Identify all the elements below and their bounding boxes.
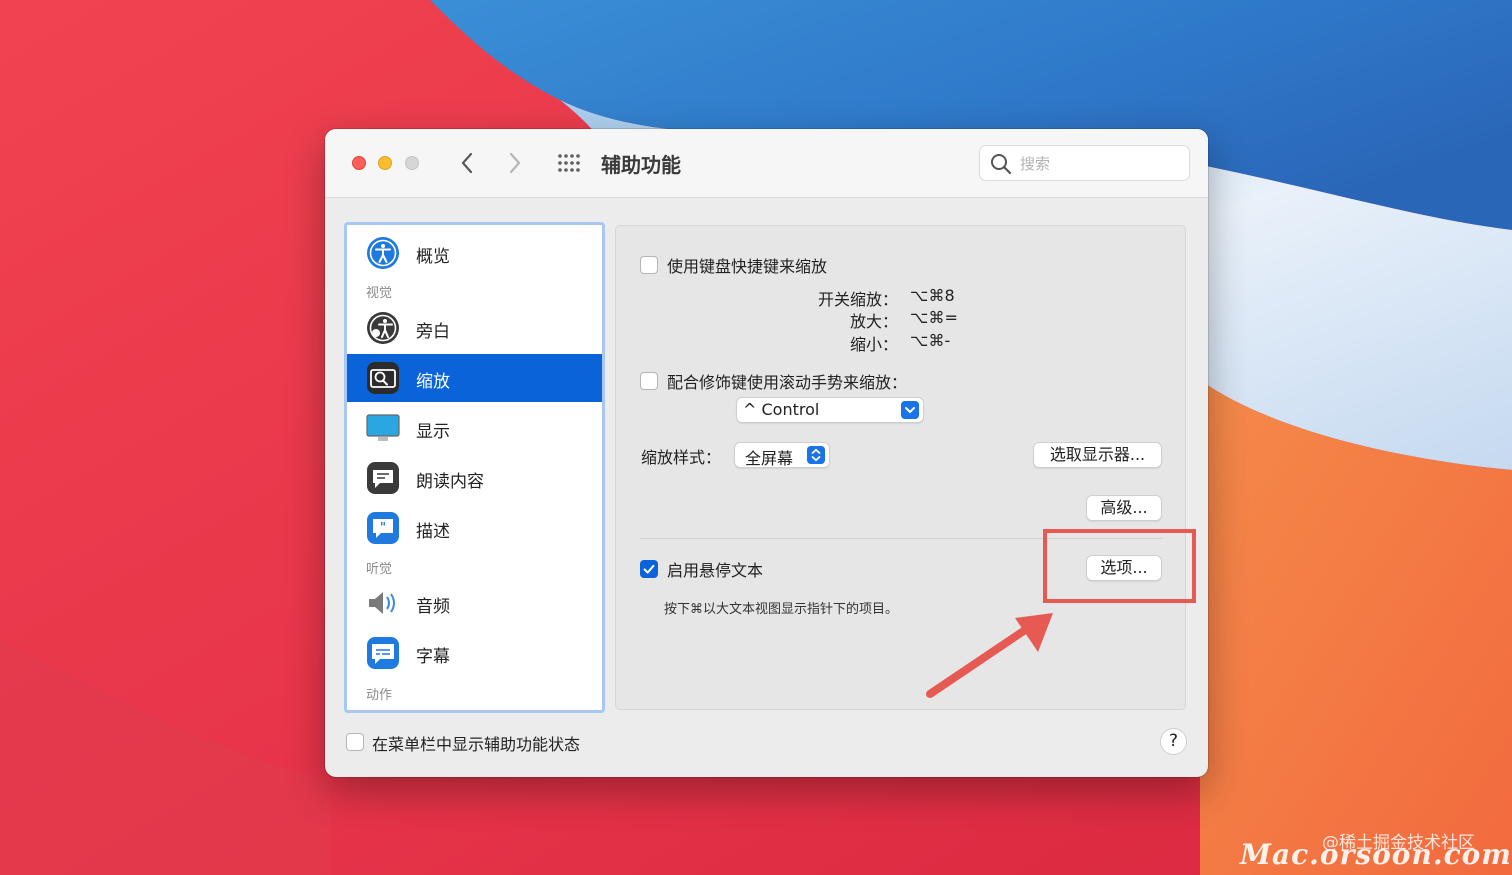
modifier-key-popup[interactable]: ^ Control	[736, 397, 924, 423]
scroll-gesture-checkbox[interactable]	[640, 372, 658, 390]
sidebar: 概览 视觉 旁白 缩放 显示 朗读内容 " 描述 听觉 音频 字幕 动作	[344, 222, 605, 713]
zoom-settings-panel: 使用键盘快捷键来缩放 开关缩放： ⌥⌘8 放大： ⌥⌘= 缩小： ⌥⌘- 配合修…	[615, 225, 1186, 710]
accessibility-overview-icon	[367, 237, 399, 269]
svg-text:": "	[380, 520, 386, 534]
category-hearing: 听觉	[366, 562, 393, 577]
close-window-button[interactable]	[352, 156, 366, 170]
sidebar-item-label: 概览	[416, 247, 450, 267]
sidebar-item-overview[interactable]: 概览	[347, 229, 602, 277]
shortcut-label: 开关缩放：	[817, 290, 898, 309]
titlebar: 辅助功能	[325, 129, 1208, 198]
zoom-icon	[367, 362, 399, 394]
show-in-menubar-checkbox[interactable]	[346, 733, 364, 751]
category-motor: 动作	[366, 688, 393, 703]
forward-chevron-icon[interactable]	[503, 149, 527, 177]
choose-display-button[interactable]: 选取显示器...	[1033, 442, 1162, 468]
scroll-gesture-label: 配合修饰键使用滚动手势来缩放：	[667, 373, 908, 392]
descriptions-icon: "	[367, 512, 399, 544]
annotation-highlight-box	[1043, 529, 1196, 603]
watermark-big: Mac.orsoon.com	[1240, 838, 1512, 871]
sidebar-item-voiceover[interactable]: 旁白	[347, 304, 602, 352]
hover-text-checkbox[interactable]	[640, 560, 658, 578]
show-all-grid-icon[interactable]	[557, 153, 581, 173]
sidebar-item-label: 缩放	[416, 372, 450, 392]
hover-text-label: 启用悬停文本	[667, 561, 764, 580]
zoom-window-button[interactable]	[405, 156, 419, 170]
hover-text-hint: 按下⌘以大文本视图显示指针下的项目。	[664, 602, 899, 617]
category-vision: 视觉	[366, 286, 393, 301]
chevron-down-icon	[901, 401, 919, 419]
keyboard-shortcuts-label: 使用键盘快捷键来缩放	[667, 257, 828, 276]
keyboard-shortcuts-checkbox[interactable]	[640, 256, 658, 274]
modifier-key-value: ^ Control	[743, 400, 820, 419]
help-button[interactable]: ?	[1160, 728, 1187, 755]
zoom-style-popup[interactable]: 全屏幕	[734, 442, 830, 468]
minimize-window-button[interactable]	[378, 156, 392, 170]
sidebar-item-label: 描述	[416, 522, 450, 542]
accessibility-window: 辅助功能 概览 视觉	[325, 129, 1208, 777]
voiceover-icon	[367, 312, 399, 344]
back-chevron-icon[interactable]	[455, 149, 479, 177]
sidebar-item-spoken-content[interactable]: 朗读内容	[347, 454, 602, 502]
shortcut-keys: ⌥⌘-	[910, 331, 951, 350]
search-field[interactable]	[979, 145, 1190, 181]
spoken-content-icon	[367, 462, 399, 494]
sidebar-item-audio[interactable]: 音频	[347, 579, 602, 627]
sidebar-item-label: 音频	[416, 597, 450, 617]
sidebar-item-label: 旁白	[416, 322, 450, 342]
search-input[interactable]	[1018, 153, 1182, 175]
captions-icon	[367, 637, 399, 669]
zoom-style-label: 缩放样式：	[641, 448, 722, 467]
search-icon	[991, 154, 1012, 175]
sidebar-item-zoom[interactable]: 缩放	[347, 354, 602, 402]
sidebar-item-captions[interactable]: 字幕	[347, 629, 602, 677]
shortcut-label: 缩小：	[849, 335, 898, 354]
advanced-button[interactable]: 高级...	[1086, 495, 1162, 521]
sidebar-item-display[interactable]: 显示	[347, 404, 602, 452]
window-title: 辅助功能	[601, 153, 681, 177]
sidebar-item-label: 显示	[416, 422, 450, 442]
sidebar-item-descriptions[interactable]: " 描述	[347, 504, 602, 552]
annotation-arrow-icon	[926, 613, 1053, 698]
up-down-chevron-icon	[807, 446, 825, 464]
shortcut-label: 放大：	[849, 312, 898, 331]
shortcut-keys: ⌥⌘8	[910, 286, 955, 305]
display-icon	[366, 414, 400, 441]
show-in-menubar-label: 在菜单栏中显示辅助功能状态	[372, 735, 581, 754]
sidebar-item-label: 字幕	[416, 647, 450, 667]
shortcut-keys: ⌥⌘=	[910, 308, 958, 327]
zoom-style-value: 全屏幕	[745, 449, 794, 468]
audio-icon	[369, 592, 395, 614]
sidebar-item-label: 朗读内容	[416, 472, 484, 492]
